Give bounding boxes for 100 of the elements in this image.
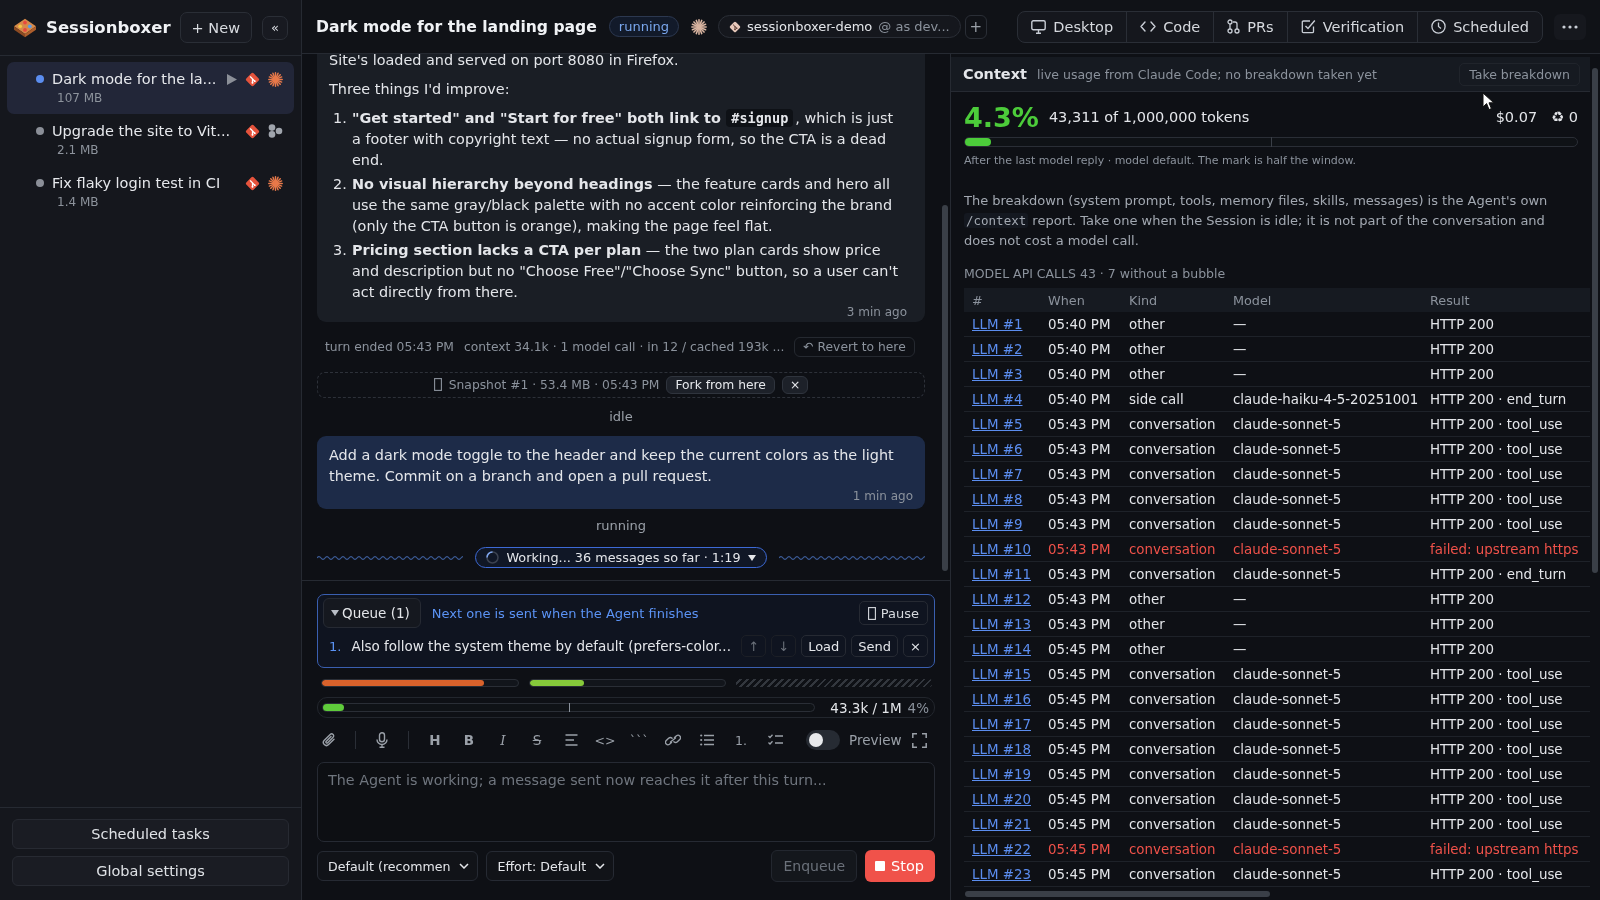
bold-button[interactable]: B xyxy=(457,726,481,754)
table-cell-text: claude-sonnet-5 xyxy=(1232,566,1343,582)
session-size: 1.4 MB xyxy=(57,195,99,210)
call-link[interactable]: LLM #16 xyxy=(972,691,1031,707)
table-cell-text: — xyxy=(1232,341,1248,357)
call-link[interactable]: LLM #17 xyxy=(972,716,1031,732)
call-link[interactable]: LLM #1 xyxy=(972,316,1023,332)
strikethrough-button[interactable]: S xyxy=(525,726,549,754)
stop-icon xyxy=(875,861,886,871)
session-title: Fix flaky login test in CI xyxy=(52,174,221,192)
table-cell-text: 05:43 PM xyxy=(1047,491,1112,507)
table-cell-text: 05:45 PM xyxy=(1047,741,1112,757)
call-link[interactable]: LLM #9 xyxy=(972,516,1023,532)
call-link[interactable]: LLM #19 xyxy=(972,766,1031,782)
table-cell-text: 05:45 PM xyxy=(1047,841,1112,857)
call-link[interactable]: LLM #11 xyxy=(972,566,1031,582)
call-link[interactable]: LLM #12 xyxy=(972,591,1031,607)
repo-chip[interactable]: sessionboxer-demo @ as dev... xyxy=(718,15,961,38)
view-tab[interactable]: Desktop xyxy=(1018,11,1127,42)
table-cell-text: 05:43 PM xyxy=(1047,541,1112,557)
sidebar-footer-button[interactable]: Global settings xyxy=(12,856,289,886)
sidebar-footer-button[interactable]: Scheduled tasks xyxy=(12,819,289,849)
table-cell-text: conversation xyxy=(1128,866,1217,882)
more-button[interactable] xyxy=(1554,13,1586,40)
collapse-sidebar-button[interactable]: « xyxy=(262,15,288,40)
view-tab[interactable]: PRs xyxy=(1213,11,1287,42)
mouse-pointer-icon xyxy=(1482,92,1495,111)
column-header: Result xyxy=(1429,292,1471,308)
close-button[interactable]: × xyxy=(781,375,809,394)
table-cell-text: HTTP 200 xyxy=(1429,366,1496,382)
heading-button[interactable]: H xyxy=(423,726,447,754)
scrollbar[interactable] xyxy=(942,205,948,571)
revert-button[interactable]: ↶ Revert to here xyxy=(794,336,915,357)
turn-ended-label: turn ended 05:43 PM xyxy=(325,339,454,354)
inline-code-button[interactable]: <> xyxy=(593,726,617,754)
session-item[interactable]: Fix flaky login test in CI 1.4 MB xyxy=(7,166,294,218)
session-item[interactable]: Dark mode for the la... 107 MB xyxy=(7,62,294,114)
list-number: 3. xyxy=(333,240,348,260)
message-input[interactable]: The Agent is working; a message sent now reaches it after this turn... xyxy=(317,762,935,842)
call-link[interactable]: LLM #20 xyxy=(972,791,1031,807)
model-select[interactable]: Default (recommen xyxy=(317,851,479,881)
call-link[interactable]: LLM #3 xyxy=(972,366,1023,382)
call-link[interactable]: LLM #10 xyxy=(972,541,1031,557)
context-subtitle: live usage from Claude Code; no breakdown taken yet xyxy=(1037,66,1377,82)
new-session-button[interactable]: + New xyxy=(179,12,252,43)
bullet-list-icon xyxy=(700,734,714,746)
call-link[interactable]: LLM #7 xyxy=(972,466,1023,482)
queue-item-text: Also follow the system theme by default (prefers-color... xyxy=(351,638,731,654)
view-tab[interactable]: Scheduled xyxy=(1417,11,1542,42)
call-link[interactable]: LLM #15 xyxy=(972,666,1031,682)
session-item[interactable]: Upgrade the site to Vit... 2.1 MB xyxy=(7,114,294,166)
table-cell-text: 05:45 PM xyxy=(1047,816,1112,832)
queue-action-button[interactable]: Load xyxy=(801,635,847,657)
fork-button[interactable]: Fork from here xyxy=(666,375,775,394)
call-link[interactable]: LLM #2 xyxy=(972,341,1023,357)
table-cell-text: claude-sonnet-5 xyxy=(1232,741,1343,757)
session-size: 2.1 MB xyxy=(57,143,99,158)
table-cell-text: HTTP 200 · tool_use xyxy=(1429,791,1564,807)
add-button[interactable]: + xyxy=(964,14,987,39)
call-link[interactable]: LLM #23 xyxy=(972,866,1031,882)
take-breakdown-button[interactable]: Take breakdown xyxy=(1459,62,1580,86)
table-cell-text: conversation xyxy=(1128,466,1217,482)
numbered-list-button[interactable]: 1. xyxy=(729,726,753,754)
view-tab[interactable]: Code xyxy=(1126,11,1214,42)
call-link[interactable]: LLM #21 xyxy=(972,816,1031,832)
italic-button[interactable]: I xyxy=(491,726,515,754)
table-cell-text: claude-sonnet-5 xyxy=(1232,841,1343,857)
scrollbar[interactable] xyxy=(1592,68,1598,573)
microphone-icon xyxy=(376,732,388,748)
table-cell-text: other xyxy=(1128,341,1166,357)
call-link[interactable]: LLM #18 xyxy=(972,741,1031,757)
session-heading: Dark mode for the landing page xyxy=(316,17,597,36)
call-link[interactable]: LLM #4 xyxy=(972,391,1023,407)
table-cell-text: — xyxy=(1232,366,1248,382)
spinner-icon xyxy=(486,551,500,564)
table-cell-text: conversation xyxy=(1128,816,1217,832)
play-icon[interactable] xyxy=(227,73,237,85)
pause-button[interactable]: Pause xyxy=(858,601,928,625)
queue-action-button[interactable]: Send xyxy=(851,635,899,657)
working-indicator[interactable]: Working... 36 messages so far · 1:19 xyxy=(475,547,767,568)
call-link[interactable]: LLM #13 xyxy=(972,616,1031,632)
call-link[interactable]: LLM #5 xyxy=(972,416,1023,432)
code-block-button[interactable]: ``` xyxy=(627,726,651,754)
table-cell-text: claude-sonnet-5 xyxy=(1232,441,1343,457)
scrollbar[interactable] xyxy=(965,891,1270,897)
table-cell-text: conversation xyxy=(1128,516,1217,532)
table-cell-text: 05:40 PM xyxy=(1047,316,1112,332)
branch-icon xyxy=(245,123,260,139)
call-link[interactable]: LLM #22 xyxy=(972,841,1031,857)
queue-action-button[interactable]: × xyxy=(903,635,928,657)
effort-select[interactable]: Effort: Default xyxy=(486,851,615,881)
call-link[interactable]: LLM #6 xyxy=(972,441,1023,457)
queue-toggle[interactable]: Queue (1) xyxy=(323,598,421,628)
view-tab[interactable]: Verification xyxy=(1286,11,1418,42)
call-link[interactable]: LLM #8 xyxy=(972,491,1023,507)
monitor-icon xyxy=(1031,19,1047,34)
call-link[interactable]: LLM #14 xyxy=(972,641,1031,657)
empty-box-icon xyxy=(433,378,442,391)
table-cell-text: side call xyxy=(1128,391,1185,407)
preview-toggle[interactable] xyxy=(806,730,840,750)
